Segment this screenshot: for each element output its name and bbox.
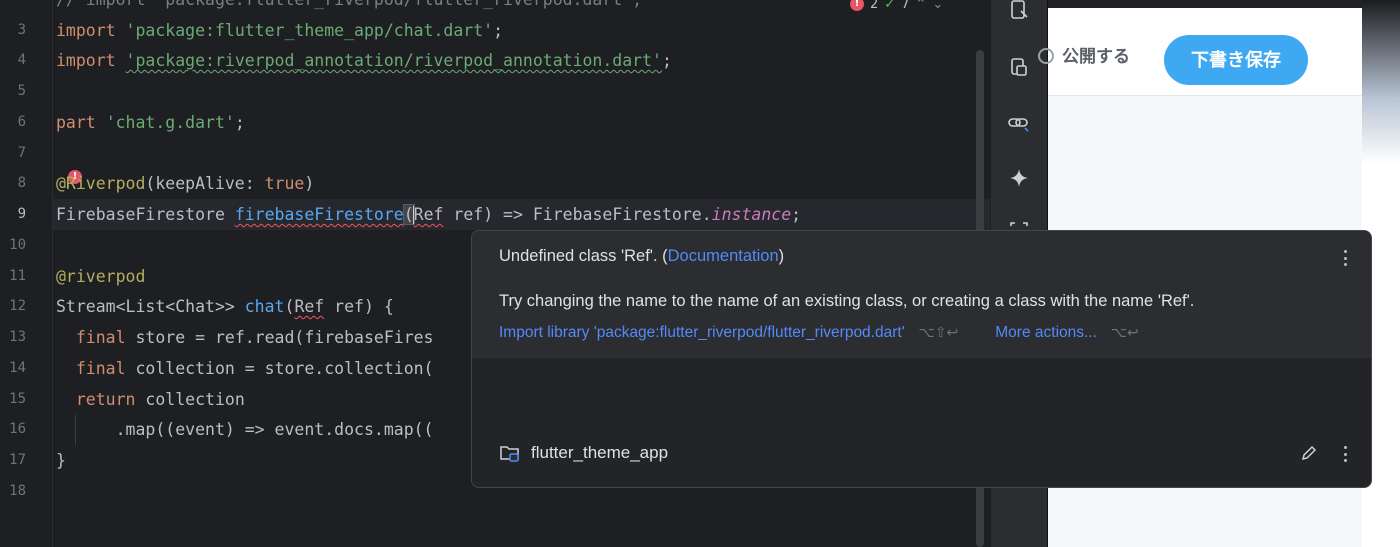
code-line-function: Stream<List<Chat>> chat(Ref ref) { <box>56 297 394 316</box>
popup-footer-section <box>472 358 1371 487</box>
link-icon[interactable] <box>1005 109 1033 137</box>
error-description: Try changing the name to the name of an … <box>499 292 1195 310</box>
code-line: .map((event) => event.docs.map(( <box>115 420 434 439</box>
line-number-current: 9 <box>17 206 26 222</box>
line-number: 5 <box>17 83 26 99</box>
line-number: 7 <box>17 145 26 161</box>
clipboard-icon[interactable] <box>1005 53 1033 81</box>
ok-count: 7 <box>901 0 910 12</box>
device-manager-icon[interactable] <box>1005 0 1033 24</box>
prev-highlight-icon[interactable]: ⌃ <box>915 0 926 12</box>
code-line: final store = ref.read(firebaseFires <box>75 328 434 347</box>
footer-options-icon[interactable] <box>1337 444 1353 464</box>
editor-header: 公開する 下書き保存 <box>1038 8 1362 96</box>
import-library-action[interactable]: Import library 'package:flutter_riverpod… <box>499 324 905 342</box>
save-draft-button[interactable]: 下書き保存 <box>1164 35 1308 85</box>
error-tooltip-popup[interactable]: Undefined class 'Ref'. (Documentation) T… <box>471 230 1372 488</box>
line-number: 18 <box>9 483 26 499</box>
line-number: 14 <box>9 360 26 376</box>
error-title: Undefined class 'Ref'. (Documentation) <box>499 247 785 265</box>
line-number: 4 <box>17 52 26 68</box>
project-name: flutter_theme_app <box>531 443 669 462</box>
project-location[interactable]: flutter_theme_app <box>499 443 668 463</box>
inspection-widget[interactable]: ! 2 ✓ 7 ⌃ ⌄ <box>850 0 943 14</box>
project-folder-icon <box>500 446 519 462</box>
line-number: 12 <box>9 298 26 314</box>
check-icon: ✓ <box>884 0 896 12</box>
line-number: 11 <box>9 268 26 284</box>
code-line-import: import 'package:flutter_theme_app/chat.d… <box>56 21 504 40</box>
line-number-gutter: 3 4 5 6 7 8 9 10 11 12 13 14 15 16 17 18 <box>0 0 52 547</box>
import-shortcut: ⌥⇧↩ <box>918 325 959 341</box>
code-line-part: part 'chat.g.dart'; <box>56 113 245 132</box>
code-line-annotation: @riverpod <box>56 267 146 286</box>
more-actions-link[interactable]: More actions... <box>995 324 1097 342</box>
line-number: 6 <box>17 114 26 130</box>
code-line: } <box>56 451 66 470</box>
documentation-link[interactable]: Documentation <box>668 247 779 265</box>
quick-fix-actions: Import library 'package:flutter_riverpod… <box>499 324 1139 342</box>
code-line-current: FirebaseFirestore firebaseFirestore(Ref … <box>56 204 802 225</box>
gutter-divider <box>52 0 53 547</box>
error-count: 2 <box>870 0 879 12</box>
line-number: 10 <box>9 237 26 253</box>
code-line-import: import 'package:riverpod_annotation/rive… <box>56 51 672 70</box>
more-actions-shortcut: ⌥↩ <box>1110 325 1139 341</box>
popup-options-icon[interactable] <box>1337 248 1353 268</box>
ai-assistant-icon[interactable] <box>1005 164 1033 192</box>
error-count-icon: ! <box>850 0 864 11</box>
code-line-comment: // import 'package:flutter_riverpod/flut… <box>56 0 642 15</box>
line-number: 13 <box>9 329 26 345</box>
publish-toggle-icon[interactable] <box>1038 48 1054 64</box>
line-number: 8 <box>17 175 26 191</box>
publish-button[interactable]: 公開する <box>1062 42 1130 67</box>
code-line-annotation: @Riverpod(keepAlive: true) <box>56 174 315 193</box>
browser-title-strip <box>1048 0 1362 8</box>
line-number: 3 <box>17 22 26 38</box>
edit-pencil-icon[interactable] <box>1300 444 1318 467</box>
line-number: 17 <box>9 452 26 468</box>
line-number: 15 <box>9 391 26 407</box>
code-line: final collection = store.collection( <box>75 359 434 378</box>
line-number: 16 <box>9 421 26 437</box>
next-highlight-icon[interactable]: ⌄ <box>932 0 943 12</box>
code-line: return collection <box>75 390 245 409</box>
